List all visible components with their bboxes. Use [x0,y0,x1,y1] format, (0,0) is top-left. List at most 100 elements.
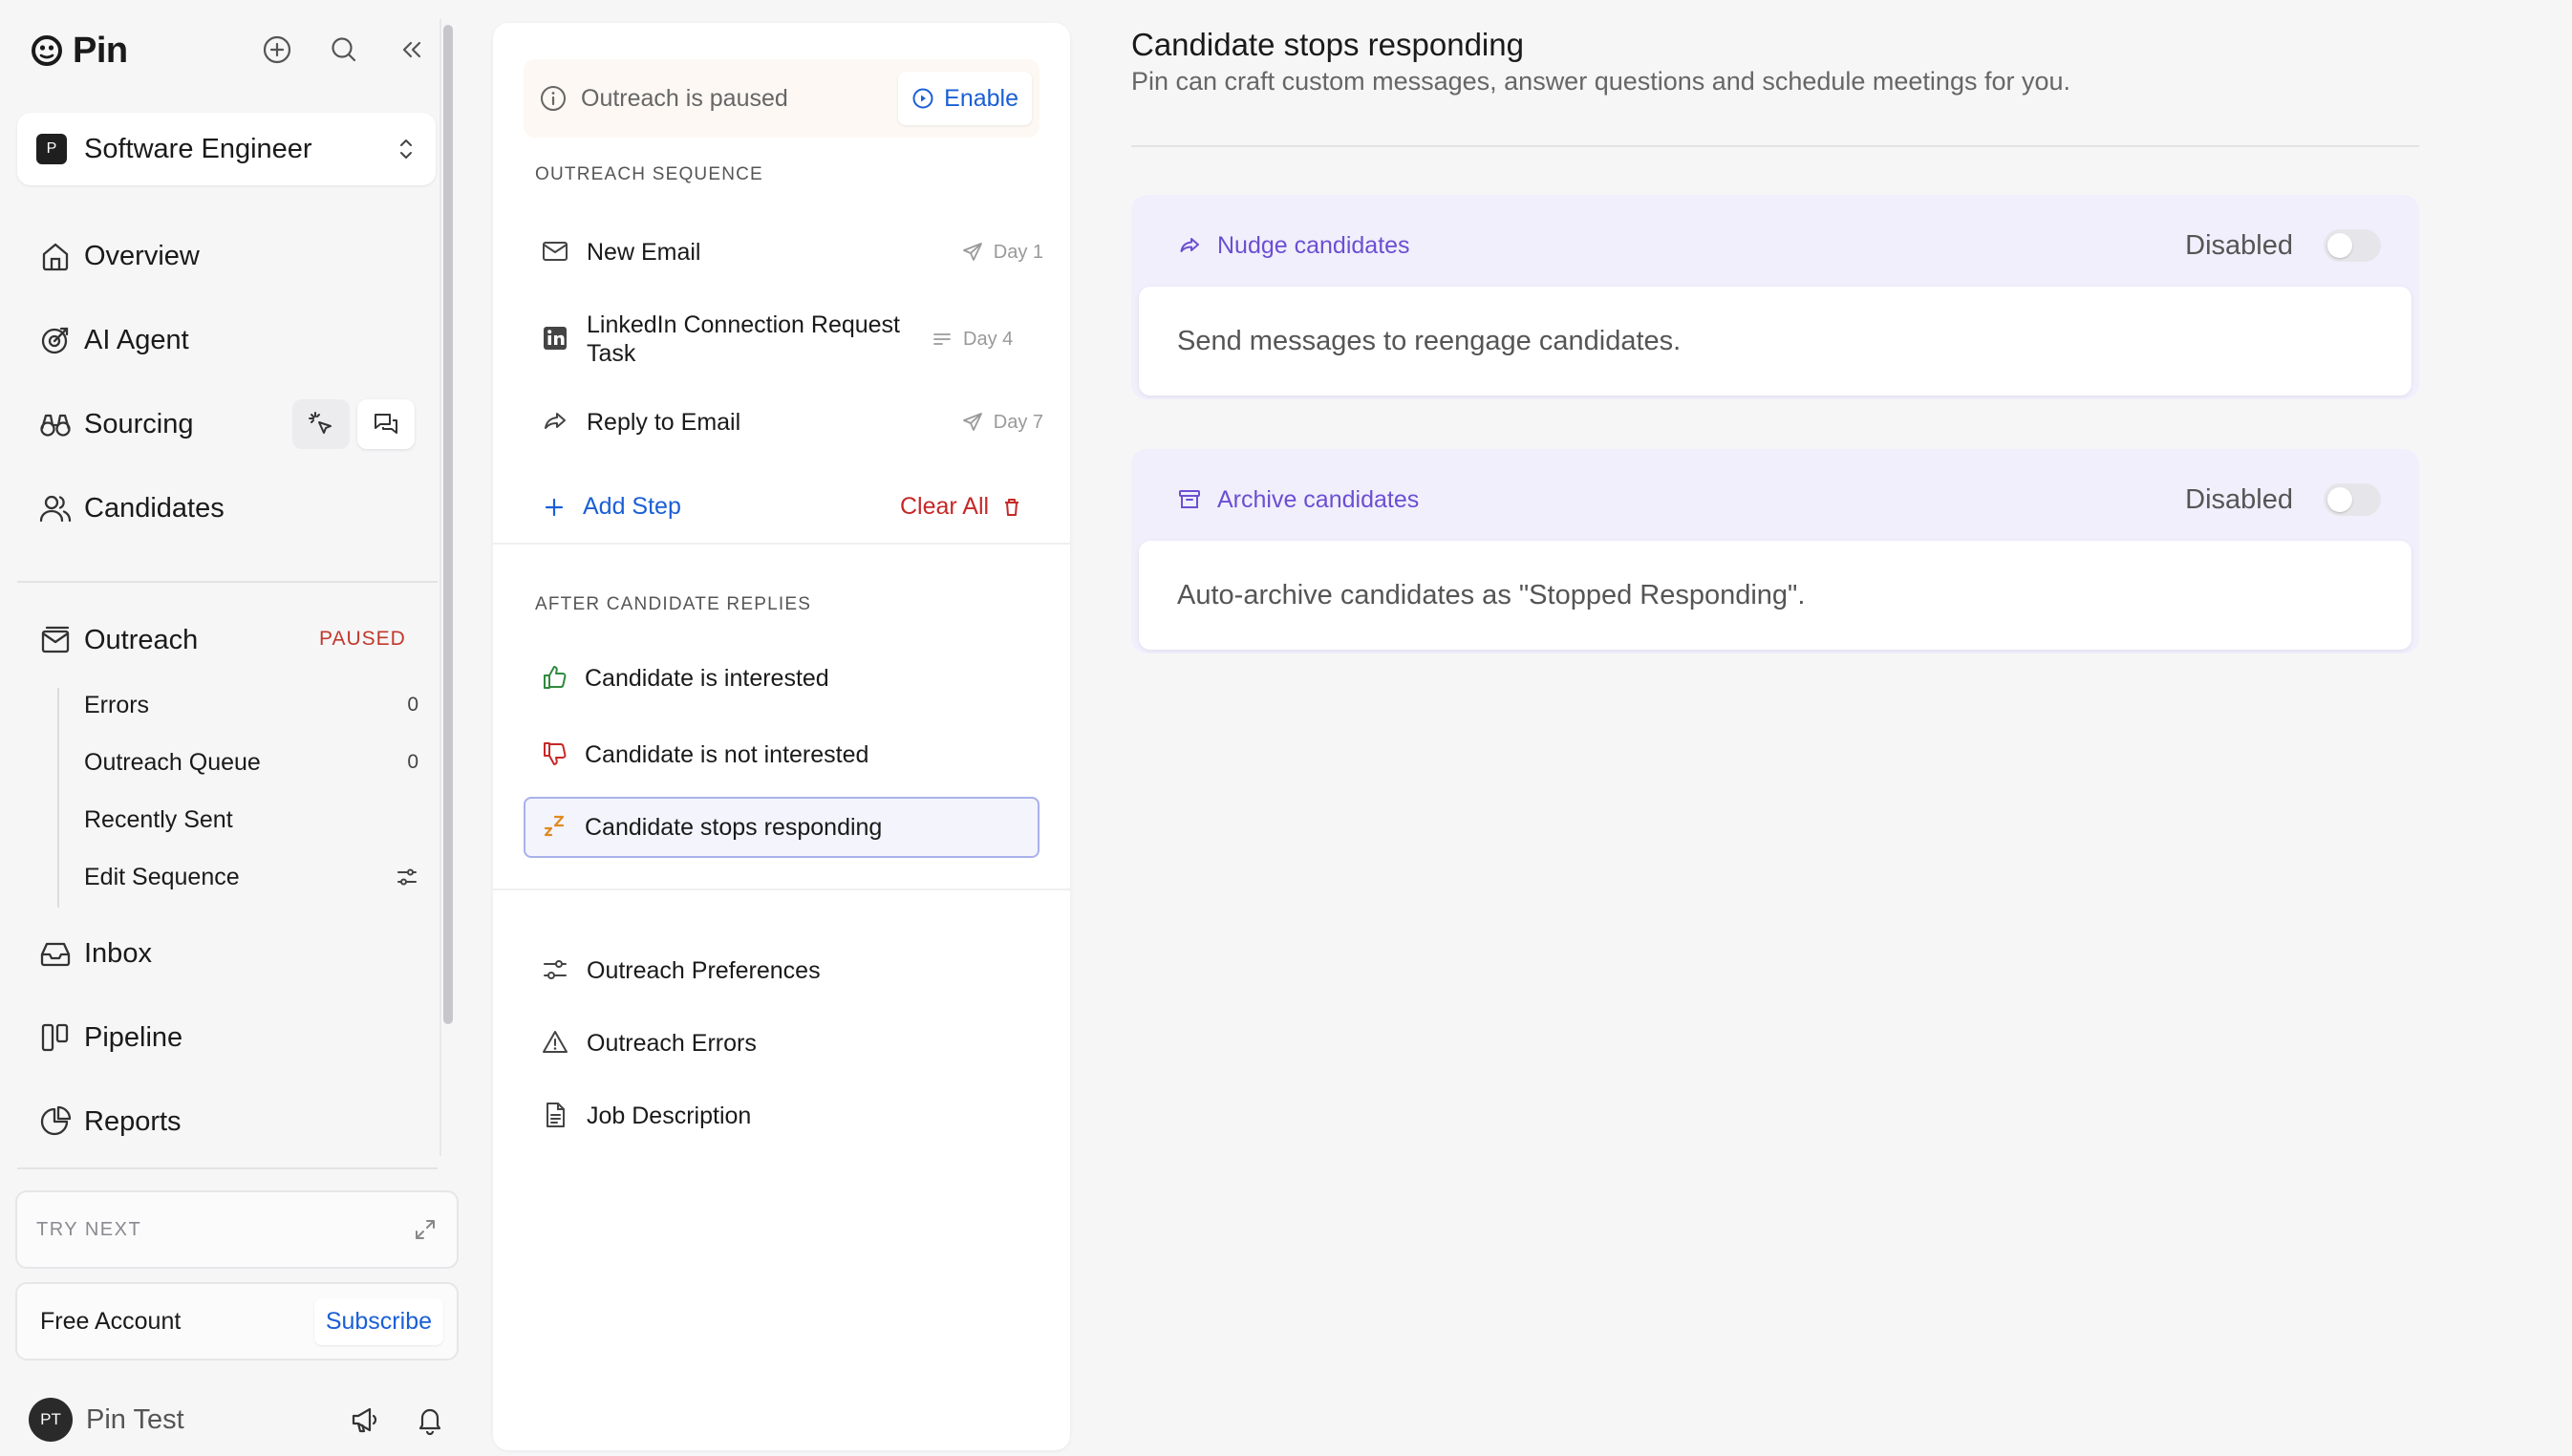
toggle-knob [2327,487,2352,512]
step-label: Reply to Email [587,409,741,436]
nav-candidates[interactable]: Candidates [38,483,420,533]
search-icon[interactable] [327,32,361,67]
brand-actions [260,32,428,67]
link-job-description[interactable]: Job Description [541,1097,1043,1135]
nav-reports[interactable]: Reports [38,1097,420,1146]
megaphone-icon[interactable] [350,1404,380,1435]
card-description: Auto-archive candidates as "Stopped Resp… [1177,579,1806,610]
card-title: Archive candidates [1217,485,1420,513]
add-step-button[interactable]: Add Step [543,493,681,521]
subscribe-button[interactable]: Subscribe [313,1297,443,1345]
try-next-card[interactable]: TRY NEXT [15,1190,459,1269]
play-circle-icon [911,87,934,110]
thumbs-up-icon [541,663,571,694]
try-next-label: TRY NEXT [36,1218,142,1240]
account-card: Free Account Subscribe [15,1282,459,1360]
send-icon [961,241,984,264]
sub-item-edit-sequence[interactable]: Edit Sequence [84,856,418,898]
add-icon[interactable] [260,32,294,67]
document-icon [541,1101,571,1131]
sidebar: Pin P Software Engineer Overview AI Agen… [0,0,461,1456]
replies-section-title: AFTER CANDIDATE REPLIES [535,594,812,614]
ai-target-icon [38,323,73,357]
sliders-icon [541,955,571,986]
reply-not-interested[interactable]: Candidate is not interested [541,736,1043,774]
collapse-sidebar-icon[interactable] [394,32,428,67]
step-day: Day 1 [961,241,1043,264]
sub-item-recently-sent[interactable]: Recently Sent [84,799,418,841]
nav-overview[interactable]: Overview [38,231,420,281]
card-title: Nudge candidates [1217,231,1410,259]
nav-label: Overview [84,240,200,271]
card-body: Send messages to reengage candidates. [1139,287,2411,396]
reply-stops-responding[interactable]: Candidate stops responding [541,808,1043,846]
sub-item-label: Edit Sequence [84,863,240,890]
outreach-mail-icon [38,623,73,657]
page-subtitle: Pin can craft custom messages, answer qu… [1131,67,2071,96]
nav-inbox[interactable]: Inbox [38,929,420,978]
link-outreach-errors[interactable]: Outreach Errors [541,1024,1043,1062]
toggle-knob [2327,233,2352,258]
sequence-step-reply[interactable]: Reply to Email Day 7 [541,403,1043,441]
role-name: Software Engineer [84,133,312,164]
step-day-label: Day 7 [993,411,1043,433]
sidebar-scrollbar[interactable] [443,25,453,1024]
chat-bubbles-icon[interactable] [357,399,415,449]
sparkle-cursor-icon[interactable] [292,399,350,449]
task-list-icon [931,328,954,351]
sub-item-errors[interactable]: Errors 0 [84,684,418,726]
sourcing-actions [292,399,415,449]
card-header: Nudge candidates Disabled [1177,195,2381,296]
archive-toggle[interactable] [2324,483,2381,516]
nudge-candidates-card: Nudge candidates Disabled Send messages … [1131,195,2419,399]
step-day-label: Day 1 [993,241,1043,263]
user-row: PT Pin Test [29,1397,449,1443]
bell-icon[interactable] [415,1404,445,1435]
nav-ai-agent[interactable]: AI Agent [38,315,420,365]
nav-label: Sourcing [84,408,194,439]
warning-triangle-icon [541,1028,571,1059]
step-label: LinkedIn Connection Request Task [587,311,901,367]
user-name[interactable]: Pin Test [86,1404,350,1436]
add-step-label: Add Step [583,493,681,520]
clear-all-button[interactable]: Clear All [900,493,1023,521]
panel-divider [493,543,1070,545]
clear-all-label: Clear All [900,493,990,520]
inbox-icon [38,936,73,971]
reply-interested[interactable]: Candidate is interested [541,659,1043,697]
sequence-step-new-email[interactable]: New Email Day 1 [541,233,1043,271]
app-name: Pin [73,30,128,71]
link-label: Outreach Preferences [587,957,821,984]
sub-item-label: Errors [84,691,150,718]
scrollbar-track [439,19,441,1156]
enable-button[interactable]: Enable [898,72,1032,125]
card-description: Send messages to reengage candidates. [1177,325,1682,356]
sequence-step-linkedin[interactable]: LinkedIn Connection Request Task Day 4 [541,306,1043,373]
brand[interactable]: Pin [31,29,128,73]
paused-banner: Outreach is paused Enable [524,59,1040,138]
nudge-toggle[interactable] [2324,229,2381,262]
expand-icon[interactable] [413,1217,438,1242]
plus-icon [543,496,566,519]
step-day: Day 4 [931,328,1013,351]
home-icon [38,239,73,273]
avatar[interactable]: PT [29,1398,73,1442]
sub-item-label: Outreach Queue [84,748,261,776]
sub-item-outreach-queue[interactable]: Outreach Queue 0 [84,741,418,783]
nav-pipeline[interactable]: Pipeline [38,1013,420,1062]
trash-icon [1000,496,1023,519]
sequence-section-title: OUTREACH SEQUENCE [535,164,763,184]
reply-icon [541,407,571,438]
reply-arrow-icon [1177,233,1202,258]
step-day: Day 7 [961,411,1043,434]
users-icon [38,491,73,525]
link-outreach-preferences[interactable]: Outreach Preferences [541,952,1043,990]
info-icon [539,84,568,113]
role-badge: P [36,134,67,164]
role-selector[interactable]: P Software Engineer [17,113,436,185]
paused-badge: PAUSED [319,628,406,650]
nav-label: Outreach [84,624,199,655]
card-body: Auto-archive candidates as "Stopped Resp… [1139,541,2411,650]
nav-label: Reports [84,1105,182,1137]
sub-item-count: 0 [407,751,418,773]
